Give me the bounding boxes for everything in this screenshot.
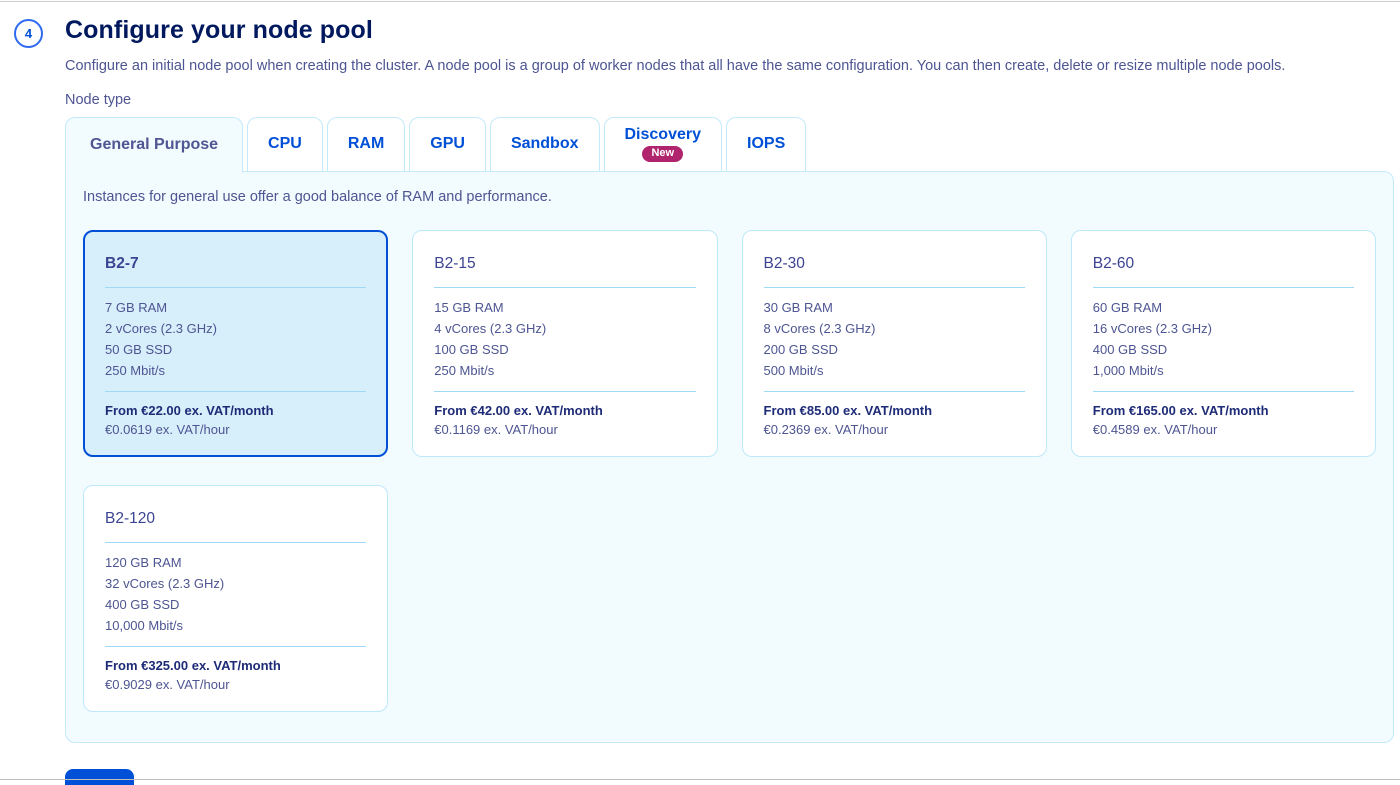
spec-vcores: 2 vCores (2.3 GHz) [105, 318, 366, 339]
flavor-cards-grid: B2-7 7 GB RAM 2 vCores (2.3 GHz) 50 GB S… [83, 230, 1376, 712]
tab-label: IOPS [747, 135, 785, 153]
tab-label: Discovery [625, 126, 702, 144]
tab-ram[interactable]: RAM [327, 117, 405, 172]
tab-discovery[interactable]: Discovery New [604, 117, 723, 172]
step-number-badge: 4 [14, 19, 43, 48]
node-type-tabs: General Purpose CPU RAM GPU Sandbox Disc… [65, 117, 1394, 172]
spec-storage: 400 GB SSD [1093, 339, 1354, 360]
spec-ram: 60 GB RAM [1093, 297, 1354, 318]
flavor-name: B2-15 [434, 255, 695, 273]
spec-bandwidth: 250 Mbit/s [434, 360, 695, 381]
spec-ram: 30 GB RAM [764, 297, 1025, 318]
tab-cpu[interactable]: CPU [247, 117, 323, 172]
spec-ram: 120 GB RAM [105, 552, 366, 573]
spec-vcores: 4 vCores (2.3 GHz) [434, 318, 695, 339]
step-content: Configure your node pool Configure an in… [65, 16, 1394, 785]
flavor-card-b2-15[interactable]: B2-15 15 GB RAM 4 vCores (2.3 GHz) 100 G… [412, 230, 717, 457]
node-type-panel: Instances for general use offer a good b… [65, 171, 1394, 743]
price-monthly: From €165.00 ex. VAT/month [1093, 403, 1354, 418]
divider [434, 391, 695, 392]
flavor-specs: 30 GB RAM 8 vCores (2.3 GHz) 200 GB SSD … [764, 297, 1025, 381]
flavor-specs: 120 GB RAM 32 vCores (2.3 GHz) 400 GB SS… [105, 552, 366, 636]
divider [105, 542, 366, 543]
top-divider [0, 1, 1400, 2]
page-title: Configure your node pool [65, 16, 1394, 45]
spec-bandwidth: 250 Mbit/s [105, 360, 366, 381]
flavor-name: B2-30 [764, 255, 1025, 273]
flavor-card-b2-120[interactable]: B2-120 120 GB RAM 32 vCores (2.3 GHz) 40… [83, 485, 388, 712]
divider [1093, 287, 1354, 288]
flavor-card-b2-60[interactable]: B2-60 60 GB RAM 16 vCores (2.3 GHz) 400 … [1071, 230, 1376, 457]
node-type-label: Node type [65, 92, 1394, 108]
flavor-specs: 7 GB RAM 2 vCores (2.3 GHz) 50 GB SSD 25… [105, 297, 366, 381]
spec-vcores: 32 vCores (2.3 GHz) [105, 573, 366, 594]
price-hourly: €0.0619 ex. VAT/hour [105, 422, 366, 437]
flavor-card-b2-7[interactable]: B2-7 7 GB RAM 2 vCores (2.3 GHz) 50 GB S… [83, 230, 388, 457]
divider [1093, 391, 1354, 392]
spec-bandwidth: 10,000 Mbit/s [105, 615, 366, 636]
tab-gpu[interactable]: GPU [409, 117, 486, 172]
tab-general-purpose[interactable]: General Purpose [65, 117, 243, 173]
divider [105, 391, 366, 392]
spec-bandwidth: 500 Mbit/s [764, 360, 1025, 381]
price-hourly: €0.9029 ex. VAT/hour [105, 677, 366, 692]
flavor-specs: 15 GB RAM 4 vCores (2.3 GHz) 100 GB SSD … [434, 297, 695, 381]
flavor-name: B2-7 [105, 255, 366, 273]
tab-label: General Purpose [90, 136, 218, 154]
price-hourly: €0.4589 ex. VAT/hour [1093, 422, 1354, 437]
tab-sandbox[interactable]: Sandbox [490, 117, 600, 172]
divider [105, 287, 366, 288]
price-hourly: €0.1169 ex. VAT/hour [434, 422, 695, 437]
spec-storage: 200 GB SSD [764, 339, 1025, 360]
tab-label: Sandbox [511, 135, 579, 153]
divider [764, 391, 1025, 392]
panel-intro-text: Instances for general use offer a good b… [83, 189, 1376, 205]
divider [105, 646, 366, 647]
flavor-specs: 60 GB RAM 16 vCores (2.3 GHz) 400 GB SSD… [1093, 297, 1354, 381]
page-description: Configure an initial node pool when crea… [65, 57, 1394, 77]
spec-bandwidth: 1,000 Mbit/s [1093, 360, 1354, 381]
spec-ram: 7 GB RAM [105, 297, 366, 318]
tab-label: CPU [268, 135, 302, 153]
next-button[interactable]: Next [65, 769, 134, 785]
divider [434, 287, 695, 288]
price-monthly: From €42.00 ex. VAT/month [434, 403, 695, 418]
price-monthly: From €22.00 ex. VAT/month [105, 403, 366, 418]
price-monthly: From €325.00 ex. VAT/month [105, 658, 366, 673]
price-monthly: From €85.00 ex. VAT/month [764, 403, 1025, 418]
step-section: 4 Configure your node pool Configure an … [0, 0, 1400, 785]
tab-label: GPU [430, 135, 465, 153]
bottom-divider [0, 779, 1400, 780]
spec-vcores: 8 vCores (2.3 GHz) [764, 318, 1025, 339]
spec-ram: 15 GB RAM [434, 297, 695, 318]
spec-storage: 100 GB SSD [434, 339, 695, 360]
new-badge: New [642, 146, 683, 162]
flavor-name: B2-120 [105, 510, 366, 528]
spec-storage: 50 GB SSD [105, 339, 366, 360]
tab-iops[interactable]: IOPS [726, 117, 806, 172]
spec-vcores: 16 vCores (2.3 GHz) [1093, 318, 1354, 339]
spec-storage: 400 GB SSD [105, 594, 366, 615]
flavor-card-b2-30[interactable]: B2-30 30 GB RAM 8 vCores (2.3 GHz) 200 G… [742, 230, 1047, 457]
price-hourly: €0.2369 ex. VAT/hour [764, 422, 1025, 437]
flavor-name: B2-60 [1093, 255, 1354, 273]
tab-label: RAM [348, 135, 384, 153]
divider [764, 287, 1025, 288]
